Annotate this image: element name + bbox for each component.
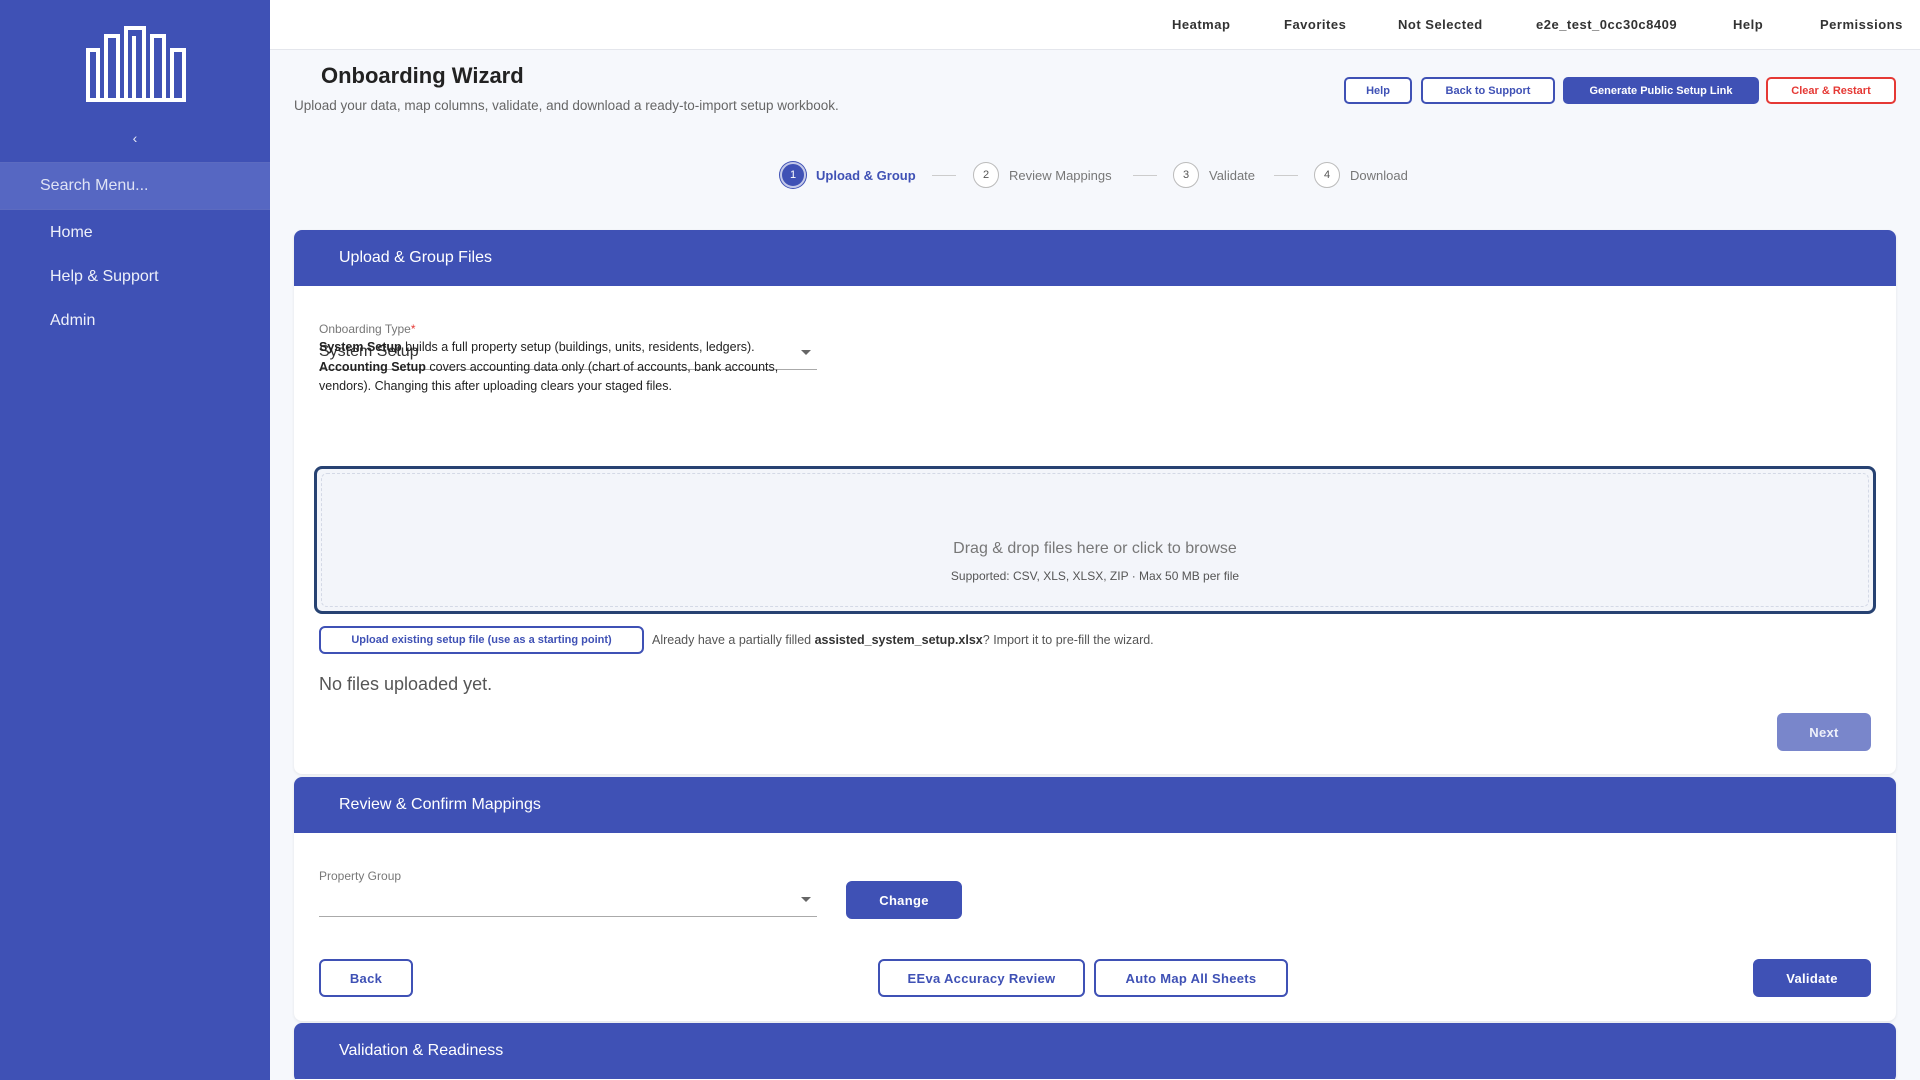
onboarding-type-label: Onboarding Type*	[319, 322, 416, 336]
back-to-support-button[interactable]: Back to Support	[1421, 77, 1555, 104]
generate-public-setup-link-button[interactable]: Generate Public Setup Link	[1563, 77, 1759, 104]
step-number: 4	[1314, 162, 1340, 188]
upload-group-panel: Upload & Group Files Onboarding Type* Sy…	[294, 230, 1896, 774]
step-label: Review Mappings	[1009, 167, 1112, 183]
existing-setup-note: Already have a partially filled assisted…	[652, 633, 1154, 647]
step-number: 1	[780, 162, 806, 188]
step-validate[interactable]: 3 Validate	[1173, 162, 1255, 188]
review-mappings-panel: Review & Confirm Mappings Property Group…	[294, 777, 1896, 1021]
step-connector	[932, 175, 956, 176]
sidebar-item-home[interactable]: Home	[50, 224, 93, 242]
property-group-label: Property Group	[319, 869, 402, 883]
upload-existing-setup-button[interactable]: Upload existing setup file (use as a sta…	[319, 626, 644, 654]
validation-readiness-panel: Validation & Readiness	[294, 1023, 1896, 1080]
step-upload-group[interactable]: 1 Upload & Group	[780, 162, 916, 188]
step-label: Upload & Group	[816, 167, 916, 183]
step-label: Download	[1350, 167, 1408, 183]
file-dropzone[interactable]: Drag & drop files here or click to brows…	[314, 466, 1876, 614]
onboarding-type-description: System Setup builds a full property setu…	[319, 340, 779, 393]
help-button[interactable]: Help	[1344, 77, 1412, 104]
top-link-user[interactable]: e2e_test_0cc30c8409	[1536, 17, 1677, 32]
sidebar-collapse-icon[interactable]: ‹	[0, 130, 270, 146]
panel-title: Validation & Readiness	[294, 1023, 1896, 1079]
validate-button[interactable]: Validate	[1753, 959, 1871, 997]
buildings-logo-icon	[86, 26, 186, 102]
step-connector	[1274, 175, 1298, 176]
chevron-down-icon	[801, 897, 811, 902]
auto-map-all-sheets-button[interactable]: Auto Map All Sheets	[1094, 959, 1288, 997]
top-link-favorites[interactable]: Favorites	[1284, 17, 1346, 32]
top-link-heatmap[interactable]: Heatmap	[1172, 17, 1230, 32]
page-title: Onboarding Wizard	[321, 63, 524, 88]
no-files-message: No files uploaded yet.	[319, 674, 493, 694]
property-group-select[interactable]	[319, 885, 817, 917]
sidebar-search	[0, 162, 270, 210]
eeva-accuracy-review-button[interactable]: EEva Accuracy Review	[878, 959, 1085, 997]
top-link-help[interactable]: Help	[1733, 17, 1763, 32]
panel-title: Review & Confirm Mappings	[294, 777, 1896, 833]
top-link-permissions[interactable]: Permissions	[1820, 17, 1903, 32]
top-bar: Heatmap Favorites Not Selected e2e_test_…	[270, 0, 1920, 50]
sidebar-item-admin[interactable]: Admin	[50, 312, 95, 330]
panel-title: Upload & Group Files	[294, 230, 1896, 286]
change-button[interactable]: Change	[846, 881, 962, 919]
clear-restart-button[interactable]: Clear & Restart	[1766, 77, 1896, 104]
dropzone-instructions: Drag & drop files here or click to brows…	[953, 540, 1237, 557]
next-button[interactable]: Next	[1777, 713, 1871, 751]
sidebar-item-help-support[interactable]: Help & Support	[50, 268, 159, 286]
step-review-mappings[interactable]: 2 Review Mappings	[973, 162, 1112, 188]
page-subtitle: Upload your data, map columns, validate,…	[294, 98, 839, 113]
step-label: Validate	[1209, 167, 1256, 183]
top-link-not-selected[interactable]: Not Selected	[1398, 17, 1483, 32]
back-button[interactable]: Back	[319, 959, 413, 997]
sidebar: ‹ Home Help & Support Admin	[0, 0, 270, 1080]
search-menu-input[interactable]	[0, 163, 270, 209]
step-number: 3	[1173, 162, 1199, 188]
dropzone-supported-formats: Supported: CSV, XLS, XLSX, ZIP · Max 50 …	[950, 569, 1240, 583]
step-connector	[1133, 175, 1157, 176]
step-download[interactable]: 4 Download	[1314, 162, 1408, 188]
step-number: 2	[973, 162, 999, 188]
